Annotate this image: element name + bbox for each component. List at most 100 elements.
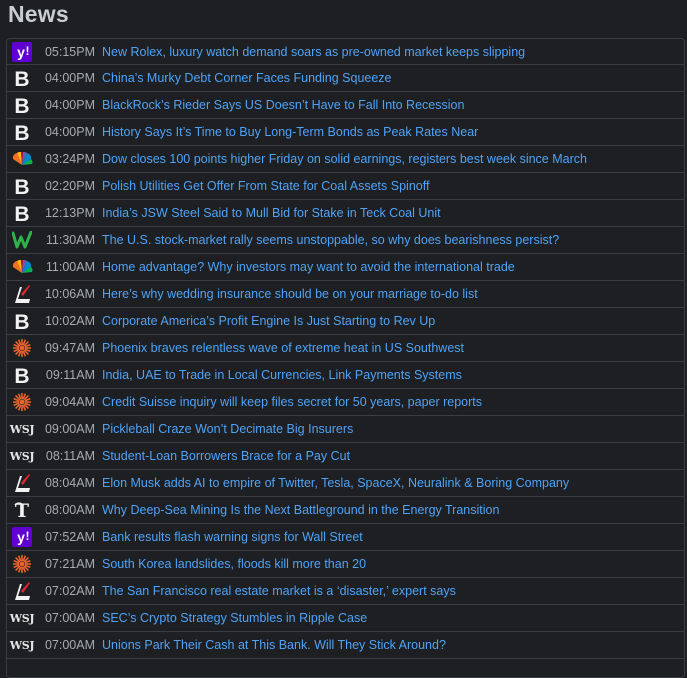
news-time: 07:52AM [44, 530, 95, 544]
svg-text:y: y [17, 529, 25, 545]
news-headline-link[interactable]: The San Francisco real estate market is … [102, 584, 456, 598]
news-time: 11:00AM [45, 260, 95, 274]
news-time: 10:06AM [44, 287, 95, 301]
news-time: 09:00AM [44, 422, 95, 436]
news-headline-link[interactable]: Phoenix braves relentless wave of extrem… [102, 341, 464, 355]
wsj-icon: WSJ [9, 607, 35, 629]
svg-text:B: B [14, 122, 29, 142]
news-row[interactable]: B 12:13PM India’s JSW Steel Said to Mull B… [7, 200, 684, 227]
wsj-icon: WSJ [9, 445, 35, 467]
svg-text:B: B [14, 365, 29, 385]
svg-text:B: B [14, 95, 29, 115]
news-row[interactable]: 09:47AM Phoenix braves relentless wave of… [7, 335, 684, 362]
news-headline-link[interactable]: New Rolex, luxury watch demand soars as … [102, 45, 525, 59]
wsj-logo-text: WSJ [9, 422, 35, 436]
news-time: 11:30AM [45, 233, 95, 247]
news-time: 09:47AM [44, 341, 95, 355]
news-row[interactable]: 03:24PM Dow closes 100 points higher Frid… [7, 146, 684, 173]
news-row[interactable]: 10:06AM Here’s why wedding insurance shou… [7, 281, 684, 308]
news-row[interactable]: WSJ 07:00AM SEC’s Crypto Strategy Stumbles… [7, 605, 684, 632]
svg-text:B: B [14, 203, 29, 223]
svg-text:B: B [14, 176, 29, 196]
bloomberg-icon: B [11, 175, 33, 197]
bloomberg-icon: B [11, 310, 33, 332]
news-row[interactable]: B 04:00PM China’s Murky Debt Corner Faces … [7, 65, 684, 92]
wsj-logo-text: WSJ [9, 449, 35, 463]
news-time: 07:00AM [44, 638, 95, 652]
news-headline-link[interactable]: Home advantage? Why investors may want t… [102, 260, 515, 274]
wsj-icon: WSJ [9, 634, 35, 656]
news-time: 07:21AM [44, 557, 95, 571]
wsj-logo-text: WSJ [9, 638, 35, 652]
news-headline-link[interactable]: India, UAE to Trade in Local Currencies,… [102, 368, 462, 382]
news-time: 10:02AM [44, 314, 95, 328]
news-table: y! 05:15PM New Rolex, luxury watch demand … [6, 38, 685, 678]
bloomberg-icon: B [11, 94, 33, 116]
news-headline-link[interactable]: Dow closes 100 points higher Friday on s… [102, 152, 587, 166]
news-row[interactable]: T 08:00AM Why Deep-Sea Mining Is the Next … [7, 497, 684, 524]
news-time: 05:15PM [44, 44, 95, 59]
wsj-logo-text: WSJ [9, 611, 35, 625]
news-row[interactable]: y! 05:15PM New Rolex, luxury watch demand … [7, 39, 684, 65]
news-time: 04:00PM [44, 125, 95, 139]
cnbc-peacock-icon [11, 256, 33, 278]
sunburst-icon [11, 391, 33, 413]
news-row[interactable]: WSJ 08:11AM Student-Loan Borrowers Brace f… [7, 443, 684, 470]
news-row[interactable]: 08:04AM Elon Musk adds AI to empire of Tw… [7, 470, 684, 497]
news-time: 04:00PM [44, 98, 95, 112]
svg-text:!: ! [26, 44, 30, 58]
news-row[interactable]: 11:30AM The U.S. stock-market rally seems… [7, 227, 684, 254]
news-row[interactable]: 09:04AM Credit Suisse inquiry will keep f… [7, 389, 684, 416]
news-headline-link[interactable]: South Korea landslides, floods kill more… [102, 557, 366, 571]
news-time: 08:11AM [45, 449, 95, 463]
news-time: 12:13PM [44, 206, 95, 220]
nyt-icon: T [11, 499, 33, 521]
news-row[interactable]: B 10:02AM Corporate America’s Profit Engin… [7, 308, 684, 335]
news-headline-link[interactable]: Here’s why wedding insurance should be o… [102, 287, 478, 301]
news-headline-link[interactable]: Polish Utilities Get Offer From State fo… [102, 179, 429, 193]
news-row[interactable]: y! 07:52AM Bank results flash warning sign… [7, 524, 684, 551]
news-headline-link[interactable]: Unions Park Their Cash at This Bank. Wil… [102, 638, 446, 652]
news-time: 09:04AM [44, 395, 95, 409]
news-headline-link[interactable]: Corporate America’s Profit Engine Is Jus… [102, 314, 435, 328]
page-title: News [8, 1, 69, 27]
news-headline-link[interactable]: History Says It’s Time to Buy Long-Term … [102, 125, 478, 139]
bloomberg-icon: B [11, 364, 33, 386]
svg-text:y: y [17, 44, 25, 60]
news-headline-link[interactable]: Student-Loan Borrowers Brace for a Pay C… [102, 449, 350, 463]
news-headline-link[interactable]: BlackRock’s Rieder Says US Doesn’t Have … [102, 98, 464, 112]
news-time: 04:00PM [44, 71, 95, 85]
news-headline-link[interactable]: Credit Suisse inquiry will keep files se… [102, 395, 482, 409]
news-row[interactable]: 11:00AM Home advantage? Why investors may… [7, 254, 684, 281]
news-row[interactable]: B 04:00PM BlackRock’s Rieder Says US Doesn… [7, 92, 684, 119]
bloomberg-icon: B [11, 67, 33, 89]
sunburst-icon [11, 337, 33, 359]
lightning-icon [11, 283, 33, 305]
news-headline-link[interactable]: Bank results flash warning signs for Wal… [102, 530, 363, 544]
lightning-icon [11, 472, 33, 494]
sunburst-icon [11, 553, 33, 575]
news-headline-link[interactable]: Elon Musk adds AI to empire of Twitter, … [102, 476, 569, 490]
news-row[interactable]: B 04:00PM History Says It’s Time to Buy Lo… [7, 119, 684, 146]
news-headline-link[interactable]: Why Deep-Sea Mining Is the Next Battlegr… [102, 503, 499, 517]
news-time: 07:02AM [44, 584, 95, 598]
yahoo-icon: y! [11, 526, 33, 548]
yahoo-icon: y! [11, 41, 33, 63]
news-headline-link[interactable]: Pickleball Craze Won’t Decimate Big Insu… [102, 422, 353, 436]
bloomberg-icon: B [11, 121, 33, 143]
news-headline-link[interactable]: China’s Murky Debt Corner Faces Funding … [102, 71, 392, 85]
news-row[interactable]: WSJ 09:00AM Pickleball Craze Won’t Decimat… [7, 416, 684, 443]
news-headline-link[interactable]: India’s JSW Steel Said to Mull Bid for S… [102, 206, 441, 220]
news-row[interactable]: B 02:20PM Polish Utilities Get Offer From … [7, 173, 684, 200]
news-row[interactable]: 07:21AM South Korea landslides, floods ki… [7, 551, 684, 578]
news-headline-link[interactable]: The U.S. stock-market rally seems unstop… [102, 233, 559, 247]
news-headline-link[interactable]: SEC’s Crypto Strategy Stumbles in Ripple… [102, 611, 367, 625]
news-row[interactable]: B 09:11AM India, UAE to Trade in Local Cur… [7, 362, 684, 389]
news-row[interactable]: WSJ 07:00AM Unions Park Their Cash at This… [7, 632, 684, 659]
news-time: 07:00AM [44, 611, 95, 625]
news-time: 03:24PM [44, 152, 95, 166]
svg-text:!: ! [26, 529, 30, 543]
news-time: 08:00AM [44, 503, 95, 517]
news-row[interactable]: 07:02AM The San Francisco real estate mar… [7, 578, 684, 605]
lightning-icon [11, 580, 33, 602]
